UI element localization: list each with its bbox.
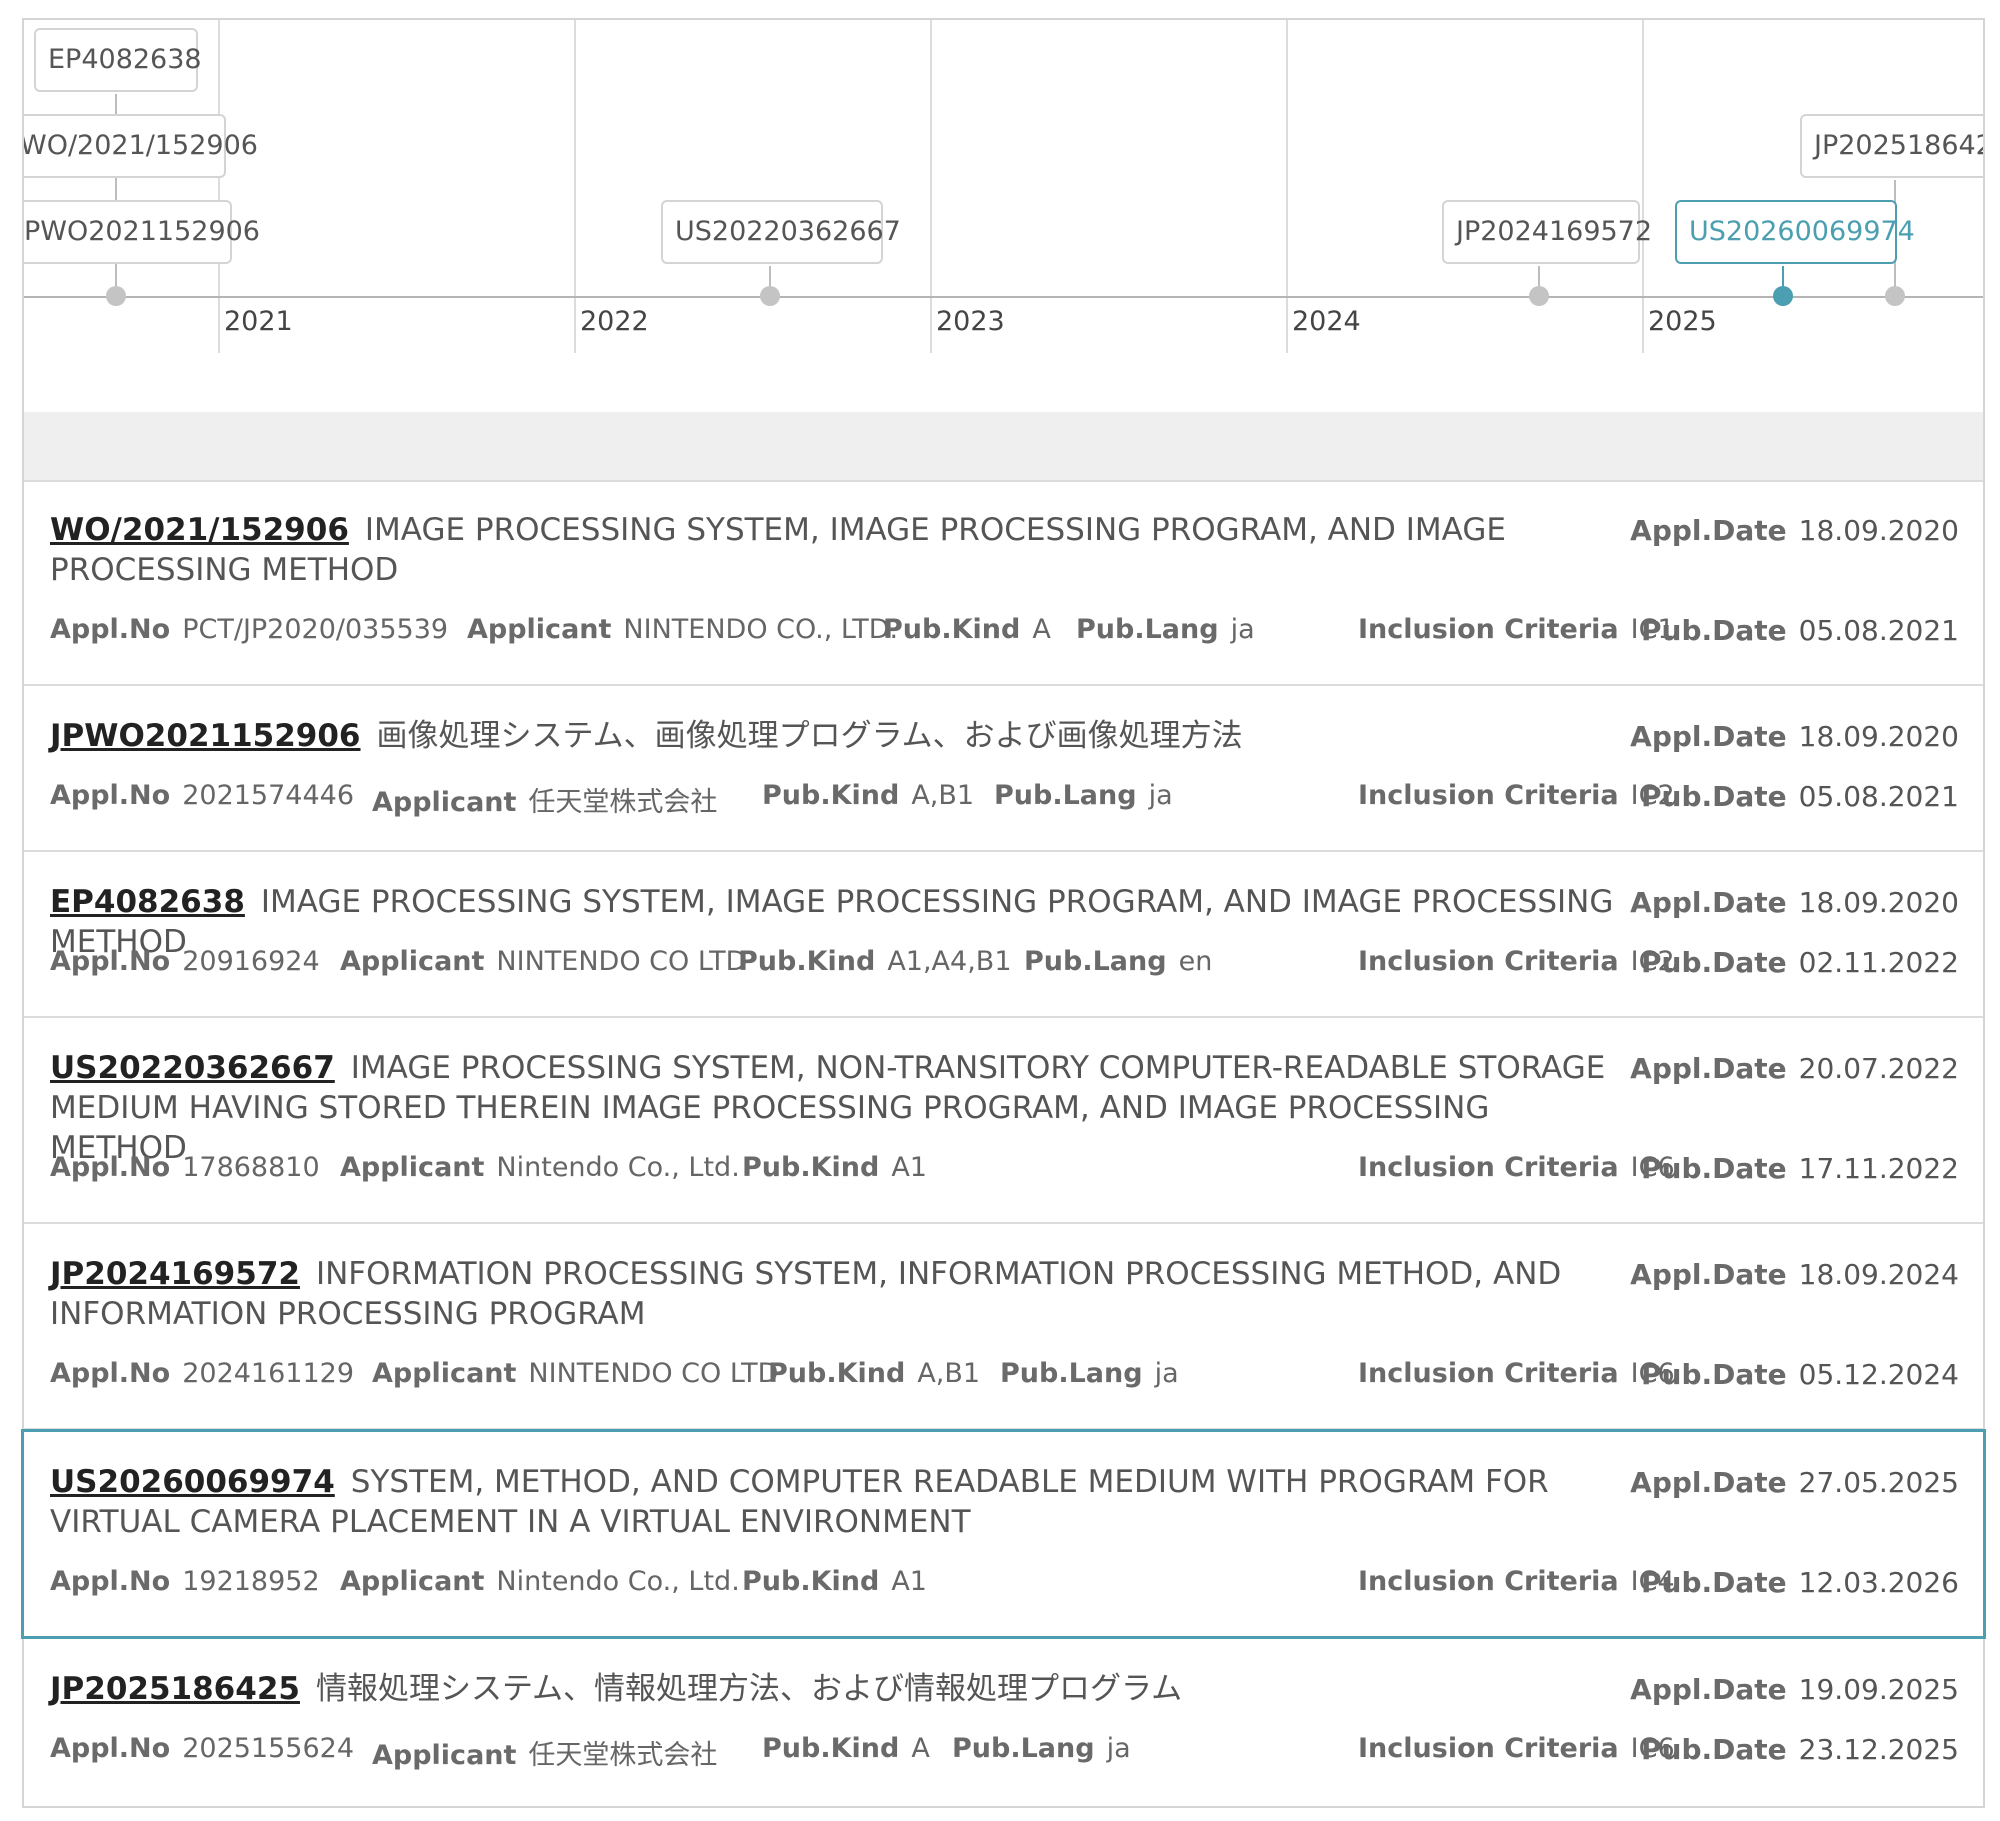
appl-no: Appl.No2025155624 [50, 1733, 354, 1764]
patent-row[interactable]: US20220362667IMAGE PROCESSING SYSTEM, NO… [24, 1018, 1983, 1224]
timeline-axis [24, 296, 1983, 298]
patent-row[interactable]: WO/2021/152906IMAGE PROCESSING SYSTEM, I… [24, 480, 1983, 686]
year-gridline [1642, 20, 1644, 353]
patent-title: 画像処理システム、画像処理プログラム、および画像処理方法 [377, 718, 1243, 754]
appl-date: Appl.Date27.05.2025 [1630, 1466, 1959, 1499]
pub-kind: Pub.KindA,B1 [768, 1358, 980, 1389]
pub-kind: Pub.KindA1 [742, 1152, 927, 1183]
timeline-flag[interactable]: JPWO2021152906 [24, 200, 232, 264]
year-label-2024: 2024 [1292, 306, 1361, 337]
pub-date: Pub.Date05.08.2021 [1641, 614, 1959, 647]
year-gridline [930, 20, 932, 353]
appl-no: Appl.No19218952 [50, 1566, 320, 1597]
patent-title-line: US20220362667IMAGE PROCESSING SYSTEM, NO… [50, 1048, 1630, 1168]
patent-title-line: JP2025186425 情報処理システム、情報処理方法、および情報処理プログラム [50, 1669, 1630, 1709]
appl-no: Appl.No2024161129 [50, 1358, 354, 1389]
patent-title-line: US20260069974SYSTEM, METHOD, AND COMPUTE… [50, 1462, 1630, 1542]
timeline-point[interactable] [106, 286, 126, 306]
applicant: Applicant任天堂株式会社 [372, 780, 717, 819]
appl-date: Appl.Date18.09.2020 [1630, 886, 1959, 919]
pub-kind: Pub.KindA [762, 1733, 930, 1764]
pub-date: Pub.Date05.08.2021 [1641, 780, 1959, 813]
publication-number-link[interactable]: WO/2021/152906 [50, 512, 349, 548]
applicant: ApplicantNINTENDO CO LTD [372, 1358, 778, 1389]
applicant: ApplicantNintendo Co., Ltd. [340, 1566, 740, 1597]
appl-date: Appl.Date18.09.2020 [1630, 720, 1959, 753]
publication-number-link[interactable]: EP4082638 [50, 884, 245, 920]
year-label-2025: 2025 [1648, 306, 1717, 337]
year-gridline [574, 20, 576, 353]
timeline-flag[interactable]: JP2024169572 [1442, 200, 1640, 264]
timeline-flag-active[interactable]: US20260069974 [1675, 200, 1897, 264]
pub-date: Pub.Date23.12.2025 [1641, 1733, 1959, 1766]
pub-lang: Pub.Langja [952, 1733, 1131, 1764]
patent-row[interactable]: JP2025186425 情報処理システム、情報処理方法、および情報処理プログラム… [24, 1639, 1983, 1805]
appl-date: Appl.Date20.07.2022 [1630, 1052, 1959, 1085]
pub-kind: Pub.KindA,B1 [762, 780, 974, 811]
patent-list: WO/2021/152906IMAGE PROCESSING SYSTEM, I… [24, 480, 1983, 1805]
pub-date: Pub.Date17.11.2022 [1641, 1152, 1959, 1185]
applicant: Applicant任天堂株式会社 [372, 1733, 717, 1772]
pub-date: Pub.Date05.12.2024 [1641, 1358, 1959, 1391]
applicant: ApplicantNintendo Co., Ltd. [340, 1152, 740, 1183]
pub-kind: Pub.KindA [883, 614, 1051, 645]
list-header-band [24, 412, 1983, 482]
timeline: 2021 2022 2023 2024 2025 EP4082638 WO/20… [24, 20, 1983, 415]
pub-kind: Pub.KindA1,A4,B1 [738, 946, 1012, 977]
year-label-2023: 2023 [936, 306, 1005, 337]
inclusion-criteria: Inclusion CriteriaIC6 [1358, 1152, 1675, 1183]
patent-title-line: JPWO2021152906 画像処理システム、画像処理プログラム、および画像処理… [50, 716, 1630, 756]
pub-lang: Pub.Langja [994, 780, 1173, 811]
patent-title-line: WO/2021/152906IMAGE PROCESSING SYSTEM, I… [50, 510, 1630, 590]
year-label-2022: 2022 [580, 306, 649, 337]
timeline-point[interactable] [760, 286, 780, 306]
publication-number-link[interactable]: US20260069974 [50, 1464, 335, 1500]
timeline-flag[interactable]: WO/2021/152906 [24, 114, 226, 178]
publication-number-link[interactable]: JP2024169572 [50, 1256, 300, 1292]
appl-no: Appl.No2021574446 [50, 780, 354, 811]
pub-date: Pub.Date12.03.2026 [1641, 1566, 1959, 1599]
applicant: ApplicantNINTENDO CO., LTD. [467, 614, 898, 645]
patent-row[interactable]: EP4082638IMAGE PROCESSING SYSTEM, IMAGE … [24, 852, 1983, 1018]
pub-lang: Pub.Langja [1076, 614, 1255, 645]
inclusion-criteria: Inclusion CriteriaIC2 [1358, 946, 1675, 977]
pub-lang: Pub.Langja [1000, 1358, 1179, 1389]
appl-date: Appl.Date18.09.2024 [1630, 1258, 1959, 1291]
pub-kind: Pub.KindA1 [742, 1566, 927, 1597]
patent-family-panel: 2021 2022 2023 2024 2025 EP4082638 WO/20… [22, 18, 1985, 1808]
publication-number-link[interactable]: US20220362667 [50, 1050, 335, 1086]
year-gridline [1286, 20, 1288, 353]
timeline-point[interactable] [1885, 286, 1905, 306]
publication-number-link[interactable]: JP2025186425 [50, 1671, 300, 1707]
patent-row-selected[interactable]: US20260069974SYSTEM, METHOD, AND COMPUTE… [21, 1429, 1986, 1639]
timeline-flag[interactable]: JP2025186425 [1800, 114, 1983, 178]
patent-title: 情報処理システム、情報処理方法、および情報処理プログラム [316, 1671, 1182, 1707]
year-gridline [218, 20, 220, 353]
applicant: ApplicantNINTENDO CO LTD [340, 946, 746, 977]
inclusion-criteria: Inclusion CriteriaIC4 [1358, 1566, 1675, 1597]
timeline-flag[interactable]: US20220362667 [661, 200, 883, 264]
year-label-2021: 2021 [224, 306, 293, 337]
inclusion-criteria: Inclusion CriteriaIC1 [1358, 614, 1675, 645]
appl-no: Appl.No20916924 [50, 946, 320, 977]
pub-lang: Pub.Langen [1024, 946, 1212, 977]
patent-title-line: JP2024169572INFORMATION PROCESSING SYSTE… [50, 1254, 1630, 1334]
appl-date: Appl.Date19.09.2025 [1630, 1673, 1959, 1706]
patent-row[interactable]: JPWO2021152906 画像処理システム、画像処理プログラム、および画像処理… [24, 686, 1983, 852]
timeline-point-active[interactable] [1773, 286, 1793, 306]
timeline-point[interactable] [1529, 286, 1549, 306]
publication-number-link[interactable]: JPWO2021152906 [50, 718, 361, 754]
appl-no: Appl.No17868810 [50, 1152, 320, 1183]
inclusion-criteria: Inclusion CriteriaIC2 [1358, 780, 1675, 811]
patent-row[interactable]: JP2024169572INFORMATION PROCESSING SYSTE… [24, 1224, 1983, 1430]
appl-date: Appl.Date18.09.2020 [1630, 514, 1959, 547]
pub-date: Pub.Date02.11.2022 [1641, 946, 1959, 979]
appl-no: Appl.NoPCT/JP2020/035539 [50, 614, 448, 645]
inclusion-criteria: Inclusion CriteriaIC6 [1358, 1358, 1675, 1389]
inclusion-criteria: Inclusion CriteriaIC6 [1358, 1733, 1675, 1764]
timeline-flag[interactable]: EP4082638 [34, 28, 198, 92]
